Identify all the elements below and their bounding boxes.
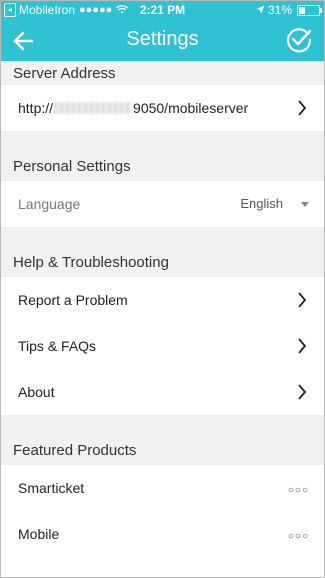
top-bar: ◂ MobileIron ●●●●● 2:21 PM 31% Settings xyxy=(0,0,325,61)
server-url-suffix: 9050/mobileserver xyxy=(133,100,249,116)
language-label: Language xyxy=(18,196,81,212)
confirm-check-icon[interactable] xyxy=(285,26,313,54)
chevron-right-icon xyxy=(298,292,307,308)
product-row-smarticket[interactable]: Smarticket ○○○ xyxy=(0,465,325,511)
language-row[interactable]: Language English xyxy=(0,181,325,227)
status-bar: ◂ MobileIron ●●●●● 2:21 PM 31% xyxy=(0,0,325,20)
section-header-server: Server Address xyxy=(0,61,325,85)
section-header-featured: Featured Products xyxy=(0,435,325,465)
tips-faqs-label: Tips & FAQs xyxy=(18,338,97,354)
tips-faqs-row[interactable]: Tips & FAQs xyxy=(0,323,325,369)
report-problem-label: Report a Problem xyxy=(18,292,128,308)
section-gap xyxy=(0,131,325,151)
settings-list: Server Address http:// 9050/mobileserver… xyxy=(0,61,325,557)
section-gap xyxy=(0,415,325,435)
language-select[interactable]: English xyxy=(240,196,283,211)
redacted-host xyxy=(54,102,133,114)
nav-bar: Settings xyxy=(0,20,325,61)
about-row[interactable]: About xyxy=(0,369,325,415)
section-header-help: Help & Troubleshooting xyxy=(0,247,325,277)
chevron-right-icon xyxy=(298,338,307,354)
product-row-mobile[interactable]: Mobile ○○○ xyxy=(0,511,325,557)
about-label: About xyxy=(18,384,55,400)
chevron-right-icon xyxy=(298,100,307,116)
server-address-row[interactable]: http:// 9050/mobileserver xyxy=(0,85,325,131)
section-header-personal: Personal Settings xyxy=(0,151,325,181)
page-title: Settings xyxy=(126,28,199,50)
product-label: Mobile xyxy=(18,526,60,542)
battery-icon xyxy=(297,4,322,16)
more-options-icon[interactable]: ○○○ xyxy=(288,531,309,542)
more-options-icon[interactable]: ○○○ xyxy=(288,485,309,496)
chevron-right-icon xyxy=(298,384,307,400)
battery-percent: 31% xyxy=(267,3,292,17)
location-icon xyxy=(256,3,265,17)
chevron-down-icon xyxy=(301,202,309,207)
product-label: Smarticket xyxy=(18,480,85,496)
server-url-prefix: http:// xyxy=(18,100,54,116)
section-gap xyxy=(0,227,325,247)
report-problem-row[interactable]: Report a Problem xyxy=(0,277,325,323)
